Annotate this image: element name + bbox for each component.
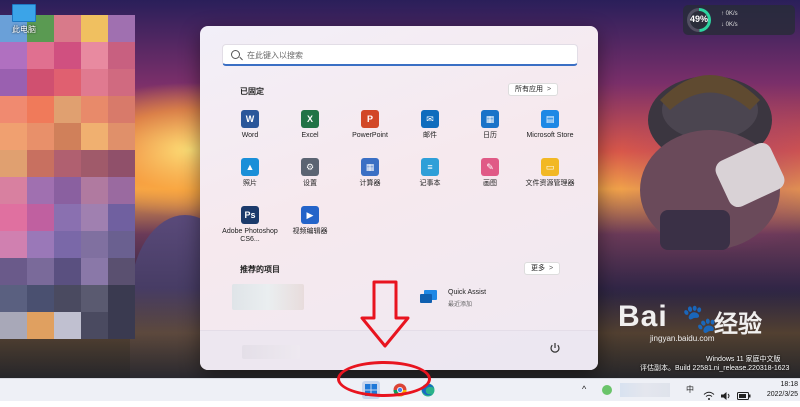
ime-indicator[interactable]: 中 xyxy=(686,384,694,406)
upload-speed-value: 0K/s xyxy=(725,11,738,17)
pinned-app-label: Adobe Photoshop CS6... xyxy=(222,228,278,243)
settings-icon: ⚙ xyxy=(301,158,319,176)
tray-overflow-button[interactable]: ^ xyxy=(582,384,586,406)
watermark-url: jingyan.baidu.com xyxy=(650,334,715,343)
pinned-app-label: 记事本 xyxy=(419,180,441,187)
download-speed: ↓ 0K/s xyxy=(721,22,738,28)
power-icon[interactable] xyxy=(549,342,561,354)
monitor-icon xyxy=(12,4,36,22)
paw-icon: 🐾 xyxy=(682,303,717,334)
pinned-app[interactable]: ✎ 画图 xyxy=(460,158,520,202)
photoshop-icon: Ps xyxy=(241,206,259,224)
desktop-icon-label: 此电脑 xyxy=(12,25,36,34)
pinned-app[interactable]: X Excel xyxy=(280,110,340,154)
video-editor-icon: ▶ xyxy=(301,206,319,224)
pinned-title: 已固定 xyxy=(240,87,264,96)
pinned-app-label: 邮件 xyxy=(423,132,437,139)
usage-percent: 49% xyxy=(689,14,708,24)
pinned-app[interactable]: ▲ 照片 xyxy=(220,158,280,202)
recommended-item-subtitle: 最近添加 xyxy=(448,302,473,308)
clock-time: 18:18 xyxy=(780,381,798,388)
pinned-app[interactable]: ✉ 邮件 xyxy=(400,110,460,154)
photos-icon: ▲ xyxy=(241,158,259,176)
pinned-app[interactable]: W Word xyxy=(220,110,280,154)
recommended-item[interactable]: Quick Assist 最近添加 xyxy=(420,288,540,312)
search-icon xyxy=(231,50,240,59)
all-apps-button[interactable]: 所有应用 > xyxy=(508,83,559,96)
taskbar-clock[interactable]: 18:18 2022/3/25 xyxy=(758,380,798,400)
search-input[interactable] xyxy=(245,47,569,64)
more-button[interactable]: 更多 > xyxy=(524,262,561,275)
store-icon: ▤ xyxy=(541,110,559,128)
wifi-icon[interactable] xyxy=(703,385,715,407)
watermark-logo-suffix: 经验 xyxy=(714,311,762,338)
chevron-right-icon: > xyxy=(547,86,552,93)
pinned-app-label: 文件资源管理器 xyxy=(525,180,575,187)
pinned-app-label: Excel xyxy=(301,132,319,139)
word-icon: W xyxy=(241,110,259,128)
pinned-app-label: PowerPoint xyxy=(352,132,388,139)
pinned-apps-grid: W Word X Excel P PowerPoint ✉ 邮件 ▦ 日历 ▤ Microsoft S… xyxy=(220,110,580,250)
file-explorer-icon: ▭ xyxy=(541,158,559,176)
red-arrow-annotation xyxy=(360,280,410,348)
pinned-app[interactable]: Ps Adobe Photoshop CS6... xyxy=(220,206,280,250)
desktop-icon-this-pc[interactable]: 此电脑 xyxy=(8,4,40,35)
all-apps-label: 所有应用 xyxy=(515,86,543,93)
pinned-app[interactable]: ≡ 记事本 xyxy=(400,158,460,202)
paint-icon: ✎ xyxy=(481,158,499,176)
pinned-app[interactable]: ▶ 视频编辑器 xyxy=(280,206,340,250)
calendar-icon: ▦ xyxy=(481,110,499,128)
download-speed-value: 0K/s xyxy=(725,22,738,28)
pinned-app[interactable]: ▭ 文件资源管理器 xyxy=(520,158,580,202)
battery-icon[interactable] xyxy=(737,385,751,407)
pinned-app-label: 画图 xyxy=(483,180,497,187)
recommended-item-blurred[interactable] xyxy=(232,284,304,310)
calculator-icon: ▦ xyxy=(361,158,379,176)
recommended-item-title: Quick Assist xyxy=(448,289,487,296)
user-account-blurred[interactable] xyxy=(242,345,300,359)
recommended-title: 推荐的项目 xyxy=(240,265,280,274)
upload-speed: ↑ 0K/s xyxy=(721,11,738,17)
chevron-right-icon: > xyxy=(549,265,554,272)
excel-icon: X xyxy=(301,110,319,128)
volume-icon[interactable] xyxy=(720,385,732,407)
pinned-app[interactable]: ▦ 计算器 xyxy=(340,158,400,202)
pinned-app-label: Microsoft Store xyxy=(526,132,574,139)
pinned-app-label: 视频编辑器 xyxy=(292,228,328,235)
mail-icon: ✉ xyxy=(421,110,439,128)
notepad-icon: ≡ xyxy=(421,158,439,176)
pinned-app-label: 照片 xyxy=(243,180,257,187)
pinned-app-label: 设置 xyxy=(303,180,317,187)
pinned-app[interactable]: ⚙ 设置 xyxy=(280,158,340,202)
quick-assist-icon xyxy=(420,290,437,303)
wechat-tray-icon[interactable] xyxy=(602,385,612,395)
watermark-logo-text: Bai xyxy=(618,300,668,333)
pinned-app-label: 计算器 xyxy=(359,180,381,187)
pixelated-desktop-icons xyxy=(0,15,135,345)
pinned-app[interactable]: P PowerPoint xyxy=(340,110,400,154)
start-search-box[interactable] xyxy=(222,44,578,66)
tray-icons-blurred[interactable] xyxy=(620,383,670,397)
wallpaper-creature xyxy=(640,75,785,250)
performance-widget[interactable]: 49% ↑ 0K/s ↓ 0K/s xyxy=(683,5,795,35)
windows-build: 评估副本。Build 22581.ni_release.220318-1623 xyxy=(640,365,790,372)
powerpoint-icon: P xyxy=(361,110,379,128)
red-circle-annotation xyxy=(337,361,431,397)
pinned-app-label: 日历 xyxy=(483,132,497,139)
pinned-app[interactable]: ▦ 日历 xyxy=(460,110,520,154)
pinned-app-label: Word xyxy=(241,132,259,139)
clock-date: 2022/3/25 xyxy=(766,391,798,398)
more-label: 更多 xyxy=(531,265,545,272)
pinned-app[interactable]: ▤ Microsoft Store xyxy=(520,110,580,154)
baidu-watermark: Bai 🐾 经验 jingyan.baidu.com Windows 11 家庭… xyxy=(618,300,800,375)
